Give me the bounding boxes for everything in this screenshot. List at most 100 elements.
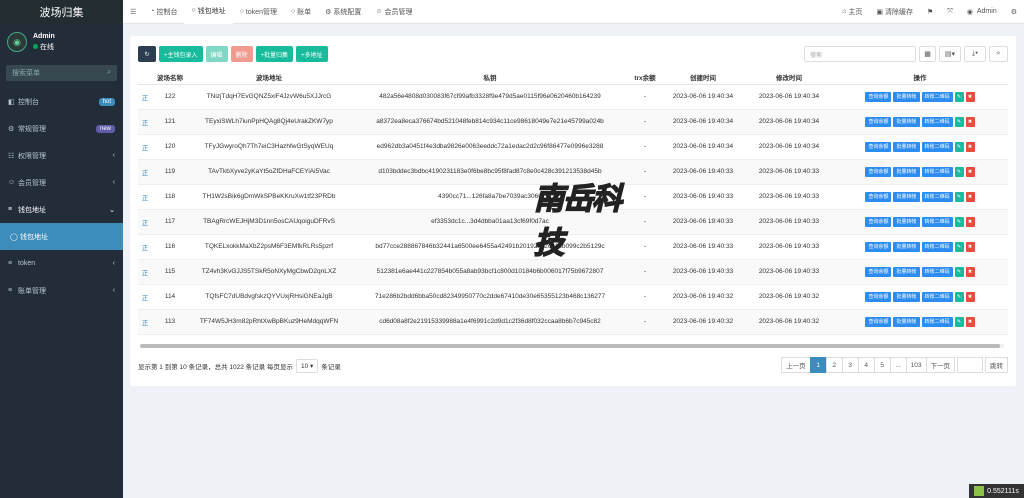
jump-page-input[interactable] [957,357,983,373]
page-button[interactable]: 5 [873,357,891,373]
columns-icon[interactable]: ▤▾ [939,46,961,62]
sidebar-item-dashboard[interactable]: ◧ 控制台 hot [0,88,123,115]
col-header[interactable]: 波场地址 [188,70,350,85]
trash-icon[interactable]: ✖ [965,191,975,202]
trash-icon[interactable]: ✖ [965,216,975,227]
trash-icon[interactable]: ✖ [965,291,975,302]
clear-cache-button[interactable]: ▣ 清除缓存 [869,0,920,24]
jump-button[interactable]: 跳转 [985,357,1008,373]
settings-icon[interactable]: ⚙ [1004,0,1024,24]
delete-button[interactable]: 删除 [230,46,253,62]
page-button[interactable]: 4 [857,357,875,373]
tab-members[interactable]: ☺ 会员管理 [368,0,419,24]
batch-transfer-button[interactable]: 批量转帐 [893,291,920,302]
batch-transfer-button[interactable]: 批量转帐 [893,316,920,327]
page-button[interactable]: 2 [825,357,843,373]
edit-icon[interactable]: ✎ [954,116,964,127]
batch-transfer-button[interactable]: 批量转帐 [893,241,920,252]
trash-icon[interactable]: ✖ [965,316,975,327]
edit-icon[interactable]: ✎ [954,291,964,302]
edit-icon[interactable]: ✎ [954,141,964,152]
batch-transfer-button[interactable]: 批量转帐 [893,91,920,102]
trash-icon[interactable]: ✖ [965,166,975,177]
col-header[interactable]: trx余额 [630,70,660,85]
multi-address-button[interactable]: +多地址 [296,46,328,62]
language-icon[interactable]: ⚑ [920,0,940,24]
table-search-input[interactable]: 搜索 [804,46,916,62]
transfer-qrcode-button[interactable]: 转账二维码 [921,241,953,252]
sidebar-item-permissions[interactable]: ☷ 权限管理 ‹ [0,142,123,169]
horizontal-scrollbar[interactable] [140,344,1004,348]
table-row[interactable]: 正 120 TFyJGwyroQh7Th7eiC3HazhfwGtSyqWEUq ed… [138,134,1008,160]
transfer-qrcode-button[interactable]: 转账二维码 [921,166,953,177]
transfer-qrcode-button[interactable]: 转账二维码 [921,216,953,227]
trash-icon[interactable]: ✖ [965,116,975,127]
next-page-button[interactable]: 下一页 [925,357,955,373]
sidebar-item-wallet[interactable]: ≡ 钱包地址 ⌄ [0,196,123,223]
sidebar-search-input[interactable]: 搜索菜单 ⌕ [6,65,117,81]
page-button[interactable]: 3 [841,357,859,373]
tab-wallet[interactable]: ○ 钱包地址 [184,0,233,24]
row-link[interactable]: 正 [138,209,152,235]
col-header[interactable]: 私钥 [350,70,630,85]
col-header[interactable]: 波场名称 [152,70,188,85]
query-balance-button[interactable]: 查询余额 [865,166,892,177]
user-menu[interactable]: ◉ Admin [960,0,1004,24]
table-row[interactable]: 正 121 TEyxiSWLh7iunPpHQAg8Qj4eUrakZKW7yp a8… [138,109,1008,135]
transfer-qrcode-button[interactable]: 转账二维码 [921,266,953,277]
refresh-button[interactable]: ↻ [138,46,156,62]
col-header[interactable]: 创建时间 [660,70,746,85]
trash-icon[interactable]: ✖ [965,266,975,277]
sidebar-item-token[interactable]: ≡ token ‹ [0,250,123,277]
col-header[interactable]: 修改时间 [746,70,832,85]
table-row[interactable]: 正 114 TQfsFC7dUBdvgfskzQYVUxjRHsiGNEaJgB 71… [138,284,1008,310]
sidebar-item-general[interactable]: ⚙ 常规管理 new [0,115,123,142]
add-main-wallet-button[interactable]: +主钱包录入 [159,46,203,62]
search-icon[interactable]: ⌕ [989,46,1008,62]
row-link[interactable]: 正 [138,134,152,160]
trash-icon[interactable]: ✖ [965,91,975,102]
edit-icon[interactable]: ✎ [954,216,964,227]
transfer-qrcode-button[interactable]: 转账二维码 [921,316,953,327]
home-link[interactable]: ⌂ 主页 [835,0,869,24]
sidebar-item-wallet-address[interactable]: ◯ 钱包地址 [0,223,123,250]
prev-page-button[interactable]: 上一页 [781,357,811,373]
tab-bills[interactable]: ○ 账单 [284,0,318,24]
query-balance-button[interactable]: 查询余额 [865,116,892,127]
query-balance-button[interactable]: 查询余额 [865,141,892,152]
table-row[interactable]: 正 115 TZ4vh3KvGJJS5TSkR5oNXyMgCbwD2qnLXZ 51… [138,259,1008,285]
tab-system[interactable]: ⚙ 系统配置 [318,0,368,24]
menu-toggle-icon[interactable]: ☰ [123,0,143,24]
export-icon[interactable]: ⤓▾ [964,46,986,62]
batch-transfer-button[interactable]: 批量转帐 [893,166,920,177]
query-balance-button[interactable]: 查询余额 [865,191,892,202]
sidebar-item-members[interactable]: ☺ 会员管理 ‹ [0,169,123,196]
page-button[interactable]: 103 [905,357,927,373]
trash-icon[interactable]: ✖ [965,141,975,152]
scrollbar-thumb[interactable] [140,344,1000,348]
edit-icon[interactable]: ✎ [954,166,964,177]
row-link[interactable]: 正 [138,109,152,135]
fullscreen-icon[interactable]: ⤧ [940,0,960,24]
tab-token[interactable]: ○ token管理 [233,0,284,24]
query-balance-button[interactable]: 查询余额 [865,91,892,102]
batch-collect-button[interactable]: +批量归集 [255,46,294,62]
edit-icon[interactable]: ✎ [954,241,964,252]
transfer-qrcode-button[interactable]: 转账二维码 [921,91,953,102]
row-link[interactable]: 正 [138,159,152,185]
row-link[interactable]: 正 [138,284,152,310]
tab-dashboard[interactable]: ◔ 控制台 [143,0,184,24]
edit-icon[interactable]: ✎ [954,316,964,327]
transfer-qrcode-button[interactable]: 转账二维码 [921,191,953,202]
toggle-view-icon[interactable]: ▦ [919,46,936,62]
sidebar-item-bills[interactable]: ≡ 账单管理 ‹ [0,277,123,304]
query-balance-button[interactable]: 查询余额 [865,241,892,252]
row-link[interactable]: 正 [138,234,152,260]
batch-transfer-button[interactable]: 批量转帐 [893,266,920,277]
transfer-qrcode-button[interactable]: 转账二维码 [921,141,953,152]
transfer-qrcode-button[interactable]: 转账二维码 [921,291,953,302]
query-balance-button[interactable]: 查询余额 [865,216,892,227]
query-balance-button[interactable]: 查询余额 [865,266,892,277]
batch-transfer-button[interactable]: 批量转帐 [893,141,920,152]
trash-icon[interactable]: ✖ [965,241,975,252]
